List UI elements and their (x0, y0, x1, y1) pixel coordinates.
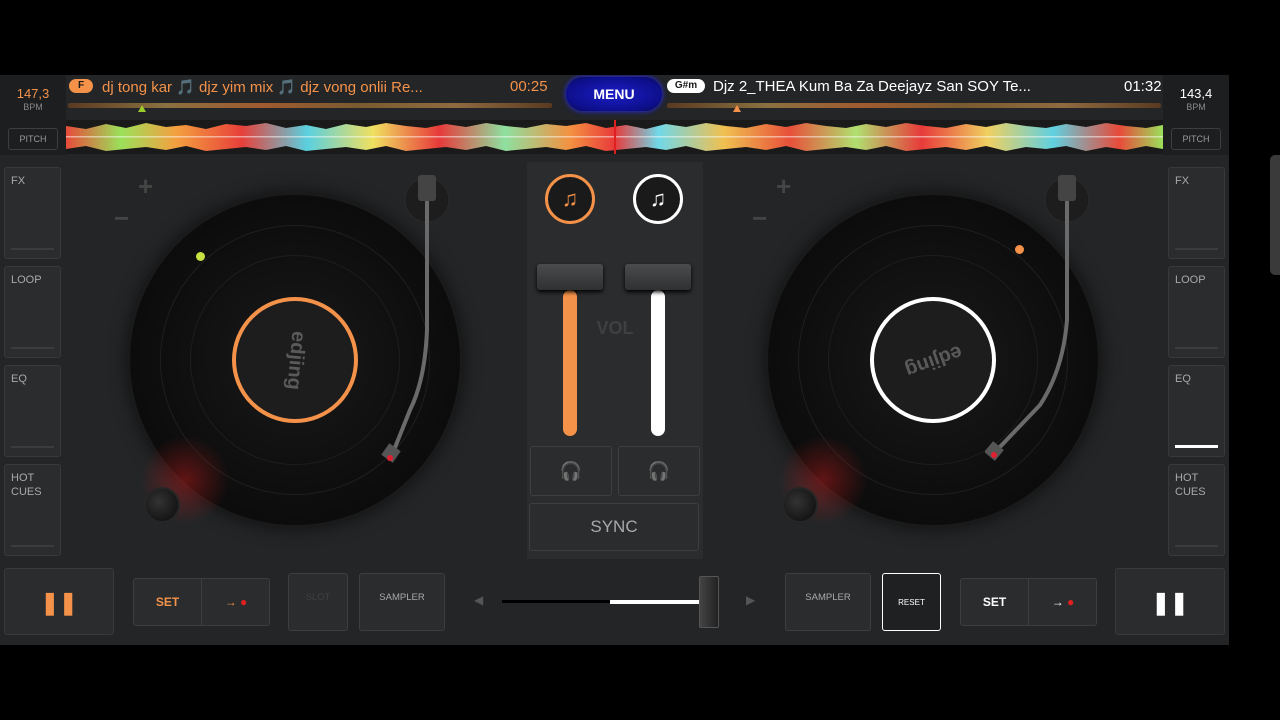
deck-a-track-title[interactable]: dj tong kar 🎵 djz yim mix 🎵 djz vong onl… (102, 78, 462, 96)
deck-a-fx-label: FX (11, 175, 26, 187)
deck-a-volume-fader[interactable] (537, 264, 603, 290)
deck-b-pitch-minus-icon[interactable]: − (752, 203, 767, 234)
deck-b-hot-cues-button[interactable]: HOT CUES (1168, 464, 1225, 556)
mixer-panel: ♫ ♫ VOL 🎧 🎧 SYNC (527, 162, 703, 559)
deck-b-label-text: edjing (901, 340, 965, 381)
deck-b-track-title[interactable]: Djz 2_THEA Kum Ba Za Deejayz San SOY Te.… (713, 78, 1073, 95)
deck-b-set-button[interactable]: SET (961, 579, 1029, 625)
deck-b-eq-label: EQ (1175, 373, 1191, 385)
deck-a-knob[interactable] (144, 487, 180, 523)
deck-a-volume-fill (563, 290, 577, 436)
deck-a-arrow-icon: → (224, 595, 237, 609)
reset-button[interactable]: RESET (882, 573, 941, 631)
deck-b-play-pause-button[interactable]: ❚❚ (1115, 568, 1225, 635)
deck-b-record-label: edjing (870, 297, 996, 423)
deck-b-bpm-panel: 143,4 BPM PITCH (1163, 75, 1229, 155)
deck-a-headphones-icon: 🎧 (559, 460, 583, 481)
deck-b-playhead-marker (733, 105, 741, 112)
crossfader-right-arrow-icon[interactable]: ▶ (746, 593, 755, 607)
volume-label: VOL (596, 318, 634, 338)
deck-b-music-note-icon: ♫ (649, 186, 667, 211)
deck-a-set-button[interactable]: SET (134, 579, 202, 625)
deck-a-track-time: 00:25 (510, 78, 548, 95)
deck-b-cue-group: SET → ● (960, 578, 1097, 626)
deck-b-pitch-plus-icon[interactable]: + (776, 171, 791, 202)
deck-a-headphones-button[interactable]: 🎧 (530, 446, 612, 496)
deck-b-record-dot-icon: ● (1067, 595, 1075, 609)
deck-b-key-badge: G#m (667, 79, 705, 93)
deck-a-sampler-button[interactable]: SAMPLER (359, 573, 445, 631)
sync-button[interactable]: SYNC (529, 503, 699, 551)
deck-a-tonearm[interactable] (380, 170, 460, 470)
deck-b-sampler-button[interactable]: SAMPLER (785, 573, 871, 631)
deck-a-eq-button[interactable]: EQ (4, 365, 61, 457)
deck-b-fx-label: FX (1175, 175, 1190, 187)
deck-b-arrow-icon: → (1051, 595, 1064, 609)
deck-b-track-time: 01:32 (1124, 78, 1162, 95)
deck-b-load-button[interactable]: ♫ (633, 174, 683, 224)
deck-a-pitch-button[interactable]: PITCH (8, 128, 58, 150)
deck-b-pause-icon: ❚❚ (1151, 590, 1189, 615)
deck-a-record-label: edjing (232, 297, 358, 423)
deck-a-hot-cues-button[interactable]: HOT CUES (4, 464, 61, 556)
deck-a-bpm-value: 147,3 (16, 86, 50, 101)
deck-b-headphones-icon: 🎧 (647, 460, 671, 481)
main-waveform[interactable] (66, 120, 1163, 154)
deck-a-label-text: edjing (281, 329, 310, 391)
deck-b-hot-cues-label: HOT CUES (1175, 472, 1206, 498)
deck-b-loop-label: LOOP (1175, 274, 1206, 286)
crossfader-fill (610, 600, 699, 604)
deck-a-fx-button[interactable]: FX (4, 167, 61, 259)
deck-a-pitch-minus-icon[interactable]: − (114, 203, 129, 234)
deck-b-volume-fill (651, 290, 665, 436)
deck-a-music-note-icon: ♫ (561, 186, 579, 211)
deck-a-key-badge: F (69, 79, 93, 93)
deck-b-cue-jump-button[interactable]: → ● (1029, 579, 1097, 625)
deck-a-cue-group: SET → ● (133, 578, 270, 626)
crossfader-left-arrow-icon[interactable]: ◀ (474, 593, 483, 607)
crossfader-handle[interactable] (699, 576, 719, 628)
deck-a-slot-button[interactable]: SLOT (288, 573, 348, 631)
deck-b-overview-waveform[interactable] (667, 103, 1161, 108)
deck-a-bpm-unit: BPM (23, 102, 43, 112)
deck-b-tonearm[interactable] (985, 170, 1095, 470)
deck-b-volume-fader[interactable] (625, 264, 691, 290)
deck-b-eq-button[interactable]: EQ (1168, 365, 1225, 457)
deck-b-knob[interactable] (782, 487, 818, 523)
deck-a-eq-label: EQ (11, 373, 27, 385)
side-scroll-handle[interactable] (1270, 155, 1280, 275)
menu-button[interactable]: MENU (566, 77, 662, 111)
deck-b-fx-button[interactable]: FX (1168, 167, 1225, 259)
deck-b-headphones-button[interactable]: 🎧 (618, 446, 700, 496)
deck-a-record-dot-icon: ● (240, 595, 248, 609)
deck-a-pitch-plus-icon[interactable]: + (138, 171, 153, 202)
deck-b-bpm-unit: BPM (1186, 102, 1206, 112)
deck-a-play-pause-button[interactable]: ❚❚ (4, 568, 114, 635)
deck-a-loop-label: LOOP (11, 274, 42, 286)
deck-b-loop-button[interactable]: LOOP (1168, 266, 1225, 358)
deck-a-position-dot (196, 252, 205, 261)
deck-a-bpm-panel: 147,3 BPM PITCH (0, 75, 66, 155)
deck-b-pitch-button[interactable]: PITCH (1171, 128, 1221, 150)
deck-a-hot-cues-label: HOT CUES (11, 472, 42, 498)
deck-a-load-button[interactable]: ♫ (545, 174, 595, 224)
deck-b-bpm-value: 143,4 (1179, 86, 1213, 101)
dj-app: 147,3 BPM PITCH 143,4 BPM PITCH F dj ton… (0, 75, 1229, 645)
deck-a-playhead-marker (138, 105, 146, 112)
deck-a-pause-icon: ❚❚ (40, 590, 78, 615)
deck-a-cue-jump-button[interactable]: → ● (202, 579, 270, 625)
deck-a-loop-button[interactable]: LOOP (4, 266, 61, 358)
